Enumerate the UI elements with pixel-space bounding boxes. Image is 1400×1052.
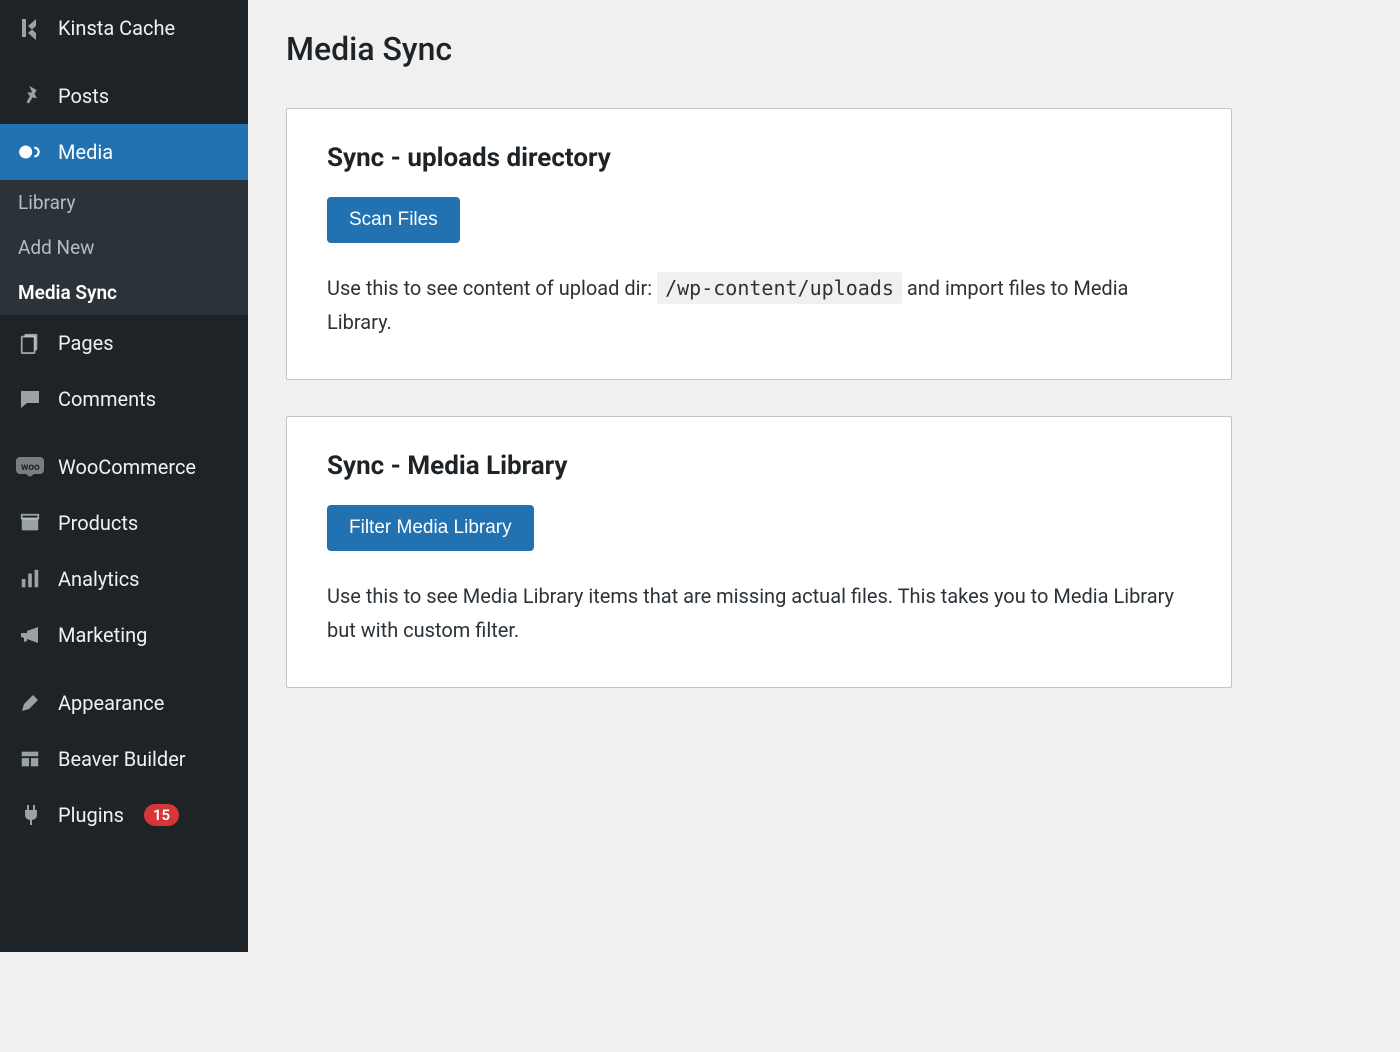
sidebar-item-posts[interactable]: Posts bbox=[0, 68, 248, 124]
kinsta-icon bbox=[16, 14, 44, 42]
comments-icon bbox=[16, 385, 44, 413]
sidebar-item-kinsta-cache[interactable]: Kinsta Cache bbox=[0, 0, 248, 56]
marketing-icon bbox=[16, 621, 44, 649]
products-icon bbox=[16, 509, 44, 537]
page-title: Media Sync bbox=[286, 30, 1232, 68]
submenu-item-library[interactable]: Library bbox=[0, 180, 248, 225]
sidebar-item-label: Posts bbox=[58, 84, 109, 108]
sidebar-item-comments[interactable]: Comments bbox=[0, 371, 248, 427]
card-description: Use this to see Media Library items that… bbox=[327, 579, 1191, 647]
sidebar-item-plugins[interactable]: Plugins 15 bbox=[0, 787, 248, 843]
sidebar-item-woocommerce[interactable]: woo WooCommerce bbox=[0, 439, 248, 495]
woocommerce-icon: woo bbox=[16, 453, 44, 481]
sidebar-item-label: Analytics bbox=[58, 567, 140, 591]
main-content: Media Sync Sync - uploads directory Scan… bbox=[248, 0, 1270, 952]
sidebar-item-label: Marketing bbox=[58, 623, 147, 647]
sidebar-item-analytics[interactable]: Analytics bbox=[0, 551, 248, 607]
appearance-icon bbox=[16, 689, 44, 717]
plugins-icon bbox=[16, 801, 44, 829]
card-description: Use this to see content of upload dir: /… bbox=[327, 271, 1191, 339]
sidebar-item-pages[interactable]: Pages bbox=[0, 315, 248, 371]
pages-icon bbox=[16, 329, 44, 357]
sidebar-submenu-media: Library Add New Media Sync bbox=[0, 180, 248, 315]
sidebar-item-label: Products bbox=[58, 511, 138, 535]
sidebar-item-products[interactable]: Products bbox=[0, 495, 248, 551]
card-heading: Sync - uploads directory bbox=[327, 143, 1191, 173]
sidebar-item-label: Comments bbox=[58, 387, 156, 411]
submenu-item-media-sync[interactable]: Media Sync bbox=[0, 270, 248, 315]
submenu-item-add-new[interactable]: Add New bbox=[0, 225, 248, 270]
sidebar-item-label: Appearance bbox=[58, 691, 164, 715]
upload-path-code: /wp-content/uploads bbox=[657, 272, 902, 304]
svg-text:woo: woo bbox=[21, 462, 40, 473]
admin-sidebar: Kinsta Cache Posts Media Library Add New… bbox=[0, 0, 248, 952]
plugins-update-badge: 15 bbox=[144, 804, 179, 826]
card-heading: Sync - Media Library bbox=[327, 451, 1191, 481]
sidebar-item-label: Beaver Builder bbox=[58, 747, 186, 771]
beaver-builder-icon bbox=[16, 745, 44, 773]
sidebar-item-label: Kinsta Cache bbox=[58, 16, 175, 40]
card-sync-media-library: Sync - Media Library Filter Media Librar… bbox=[286, 416, 1232, 688]
filter-media-library-button[interactable]: Filter Media Library bbox=[327, 505, 534, 551]
sidebar-item-marketing[interactable]: Marketing bbox=[0, 607, 248, 663]
analytics-icon bbox=[16, 565, 44, 593]
card-sync-uploads: Sync - uploads directory Scan Files Use … bbox=[286, 108, 1232, 380]
media-icon bbox=[16, 138, 44, 166]
sidebar-item-media[interactable]: Media bbox=[0, 124, 248, 180]
sidebar-item-label: Pages bbox=[58, 331, 114, 355]
sidebar-item-appearance[interactable]: Appearance bbox=[0, 675, 248, 731]
sidebar-item-label: Plugins bbox=[58, 803, 124, 827]
sidebar-item-label: Media bbox=[58, 140, 113, 164]
pushpin-icon bbox=[16, 82, 44, 110]
sidebar-item-label: WooCommerce bbox=[58, 455, 196, 479]
scan-files-button[interactable]: Scan Files bbox=[327, 197, 460, 243]
sidebar-item-beaver-builder[interactable]: Beaver Builder bbox=[0, 731, 248, 787]
